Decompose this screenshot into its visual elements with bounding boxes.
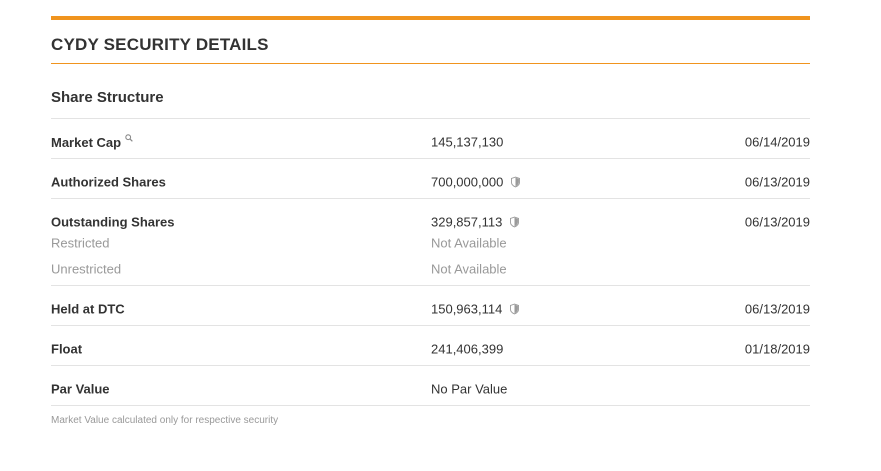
held-at-dtc-date: 06/13/2019 bbox=[744, 301, 810, 317]
footnote: Market Value calculated only for respect… bbox=[51, 415, 279, 426]
held-at-dtc-value: 150,963,114 bbox=[431, 301, 503, 317]
outstanding-shares-value-wrap: 329,857,113 bbox=[431, 214, 520, 230]
row-outstanding-shares: Outstanding Shares 329,857,113 06/13/201… bbox=[51, 199, 810, 286]
row-par-value: Par Value No Par Value bbox=[51, 366, 810, 406]
shield-icon[interactable] bbox=[510, 303, 520, 315]
restricted-label: Restricted bbox=[51, 235, 110, 251]
par-value-label: Par Value bbox=[51, 381, 110, 397]
outstanding-shares-date: 06/13/2019 bbox=[744, 214, 810, 230]
sub-row-unrestricted: Unrestricted Not Available bbox=[51, 260, 810, 285]
market-cap-label-text: Market Cap bbox=[51, 135, 122, 150]
authorized-shares-label: Authorized Shares bbox=[51, 174, 166, 190]
par-value-value: No Par Value bbox=[431, 381, 508, 397]
market-cap-value: 145,137,130 bbox=[431, 134, 504, 150]
authorized-shares-date: 06/13/2019 bbox=[744, 174, 810, 190]
held-at-dtc-value-wrap: 150,963,114 bbox=[431, 301, 520, 317]
authorized-shares-value-wrap: 700,000,000 bbox=[431, 174, 521, 190]
search-icon[interactable] bbox=[125, 134, 133, 142]
float-value: 241,406,399 bbox=[431, 341, 504, 357]
market-cap-label: Market Cap bbox=[51, 134, 133, 150]
market-cap-date: 06/14/2019 bbox=[744, 134, 810, 150]
float-date: 01/18/2019 bbox=[744, 341, 810, 357]
unrestricted-value: Not Available bbox=[431, 261, 507, 277]
authorized-shares-value: 700,000,000 bbox=[431, 174, 504, 190]
outstanding-shares-label: Outstanding Shares bbox=[51, 214, 175, 230]
outstanding-shares-value: 329,857,113 bbox=[431, 214, 503, 230]
security-details-panel: CYDY SECURITY DETAILS Share Structure Ma… bbox=[51, 16, 810, 426]
section-title: Share Structure bbox=[51, 89, 164, 106]
row-held-at-dtc: Held at DTC 150,963,114 06/13/2019 bbox=[51, 286, 810, 326]
held-at-dtc-label: Held at DTC bbox=[51, 301, 125, 317]
sub-row-restricted: Restricted Not Available bbox=[51, 234, 810, 260]
page-title: CYDY SECURITY DETAILS bbox=[51, 35, 269, 54]
shield-icon[interactable] bbox=[511, 176, 521, 188]
restricted-value: Not Available bbox=[431, 235, 507, 251]
float-label: Float bbox=[51, 341, 83, 357]
shield-icon[interactable] bbox=[510, 216, 520, 228]
row-float: Float 241,406,399 01/18/2019 bbox=[51, 326, 810, 366]
unrestricted-label: Unrestricted bbox=[51, 261, 122, 277]
row-market-cap: Market Cap 145,137,130 06/14/2019 bbox=[51, 119, 810, 159]
row-authorized-shares: Authorized Shares 700,000,000 06/13/2019 bbox=[51, 159, 810, 199]
